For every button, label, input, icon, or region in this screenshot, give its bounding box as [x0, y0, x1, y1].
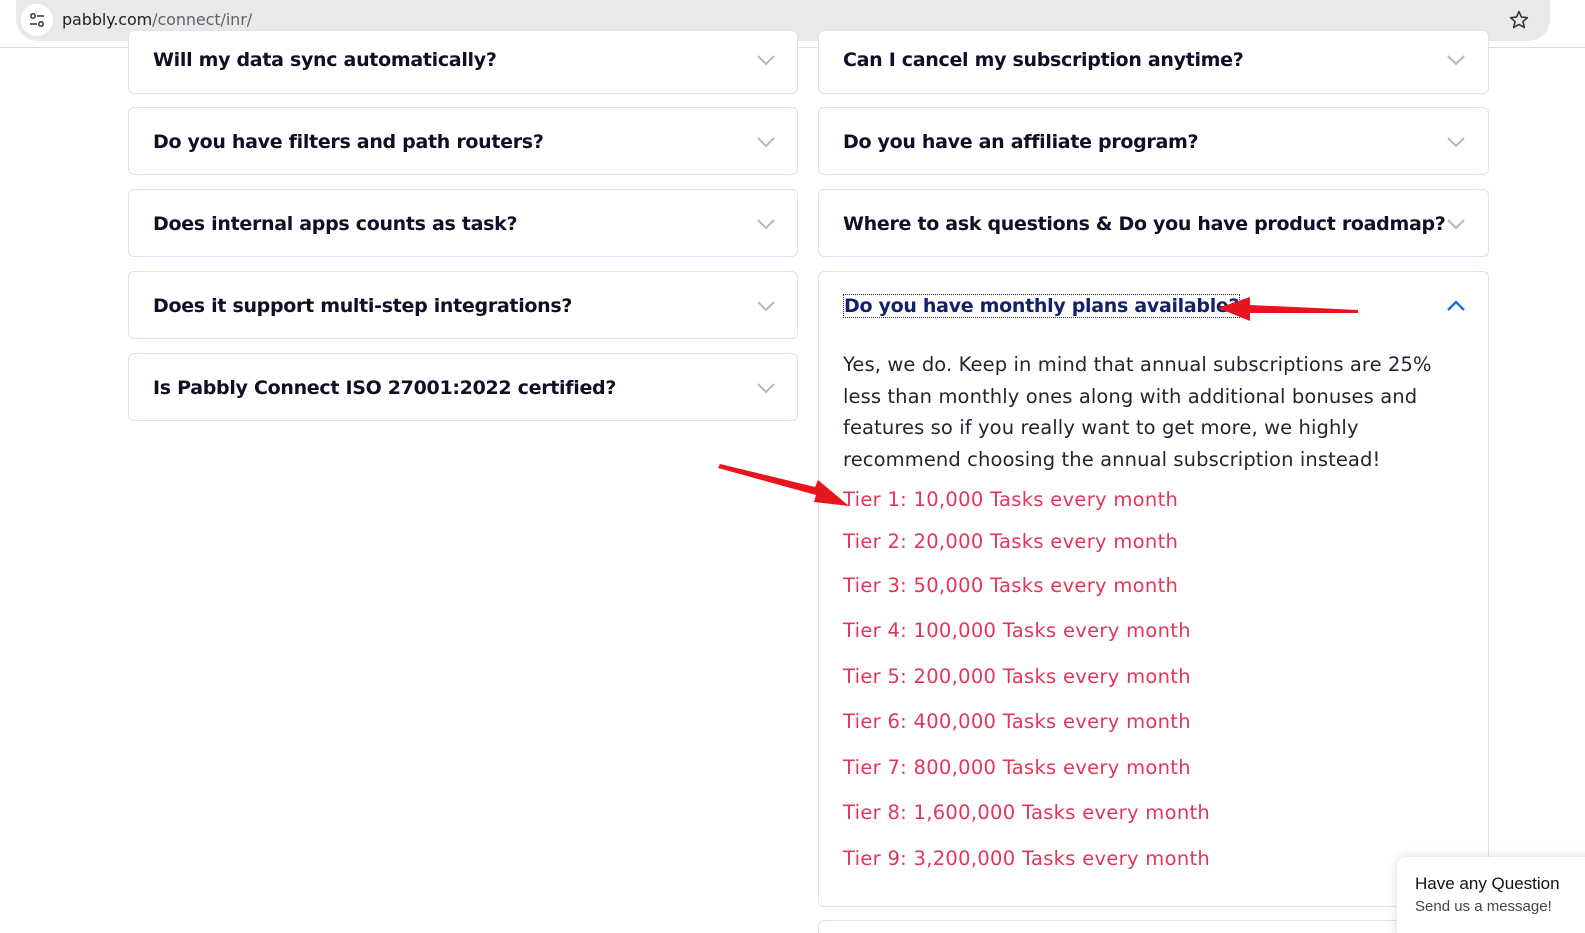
- tier-item: Tier 3: 50,000 Tasks every month: [843, 574, 1179, 597]
- tier-item: Tier 2: 20,000 Tasks every month: [843, 530, 1179, 553]
- faq-item-affiliate[interactable]: Do you have an affiliate program?: [818, 107, 1489, 175]
- faq-question: Can I cancel my subscription anytime?: [843, 49, 1244, 71]
- faq-item-next[interactable]: [818, 920, 1489, 933]
- chat-widget-title: Have any Question: [1415, 874, 1560, 893]
- faq-question: Does internal apps counts as task?: [153, 213, 518, 235]
- url-path: /connect/inr/: [152, 10, 252, 29]
- chevron-down-icon: [757, 383, 775, 394]
- faq-answer-text: Yes, we do. Keep in mind that annual sub…: [843, 353, 1432, 472]
- faq-item-data-sync[interactable]: Will my data sync automatically?: [128, 30, 798, 94]
- chat-widget-subtitle: Send us a message!: [1415, 898, 1552, 915]
- tier-item: Tier 8: 1,600,000 Tasks every month: [843, 801, 1211, 824]
- faq-question: Does it support multi-step integrations?: [153, 295, 573, 317]
- chat-widget[interactable]: Have any Question Send us a message!: [1397, 857, 1585, 933]
- chevron-down-icon: [757, 55, 775, 66]
- chevron-down-icon: [1447, 219, 1465, 230]
- chevron-down-icon: [757, 219, 775, 230]
- bookmark-star-icon[interactable]: [1508, 9, 1530, 31]
- tier-item: Tier 9: 3,200,000 Tasks every month: [843, 847, 1211, 870]
- url-domain: pabbly.com: [62, 10, 153, 29]
- faq-question: Do you have filters and path routers?: [153, 131, 544, 153]
- url-text[interactable]: pabbly.com/connect/inr/: [62, 10, 252, 29]
- faq-item-iso-certified[interactable]: Is Pabbly Connect ISO 27001:2022 certifi…: [128, 353, 798, 421]
- faq-item-filters-routers[interactable]: Do you have filters and path routers?: [128, 107, 798, 175]
- tier-item: Tier 1: 10,000 Tasks every month: [843, 488, 1179, 511]
- chevron-down-icon: [1447, 137, 1465, 148]
- faq-question: Where to ask questions & Do you have pro…: [843, 213, 1446, 235]
- annotation-arrow-tier: [718, 464, 849, 506]
- tier-item: Tier 5: 200,000 Tasks every month: [843, 665, 1191, 688]
- tier-item: Tier 4: 100,000 Tasks every month: [843, 619, 1191, 642]
- chevron-down-icon: [757, 301, 775, 312]
- tier-item: Tier 6: 400,000 Tasks every month: [843, 710, 1191, 733]
- tier-item: Tier 7: 800,000 Tasks every month: [843, 756, 1191, 779]
- chevron-down-icon: [757, 137, 775, 148]
- faq-question: Do you have an affiliate program?: [843, 131, 1199, 153]
- annotation-arrow-question: [1218, 297, 1358, 321]
- faq-question: Will my data sync automatically?: [153, 49, 497, 71]
- faq-item-internal-apps[interactable]: Does internal apps counts as task?: [128, 189, 798, 257]
- faq-item-cancel-subscription[interactable]: Can I cancel my subscription anytime?: [818, 30, 1489, 94]
- site-info-icon[interactable]: [21, 4, 53, 36]
- faq-item-multi-step[interactable]: Does it support multi-step integrations?: [128, 271, 798, 339]
- faq-question: Is Pabbly Connect ISO 27001:2022 certifi…: [153, 377, 617, 399]
- chevron-down-icon: [1447, 55, 1465, 66]
- faq-question-expanded[interactable]: Do you have monthly plans available?: [842, 294, 1241, 318]
- faq-item-roadmap[interactable]: Where to ask questions & Do you have pro…: [818, 189, 1489, 257]
- chevron-up-icon[interactable]: [1446, 300, 1466, 312]
